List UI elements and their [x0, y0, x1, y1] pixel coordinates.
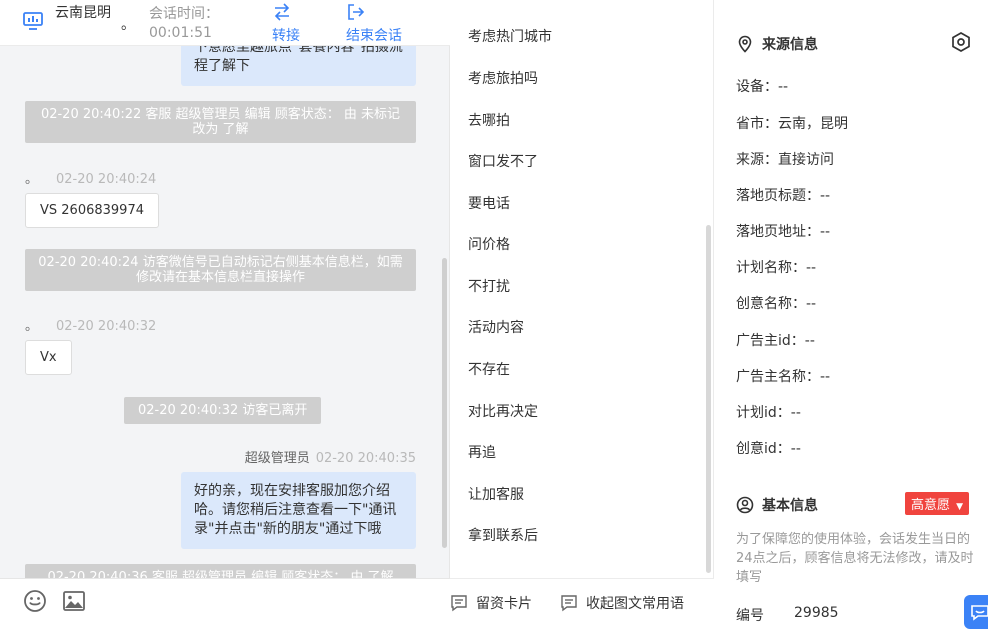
- intent-level-label: 高意愿: [911, 498, 951, 513]
- transfer-icon: [274, 3, 290, 21]
- system-note: 02-20 20:40:36 客服 超级管理员 编辑 顾客状态： 由 了解: [25, 564, 416, 578]
- visitor-message-meta: 。 02-20 20:40:24: [25, 168, 156, 187]
- chat-icon: [971, 605, 988, 621]
- user-circle-icon: [736, 496, 754, 514]
- quick-reply-panel: 考虑热门城市 考虑旅拍吗去哪拍窗口发不了要电话问价格不打扰活动内容不存在对比再决定…: [450, 0, 714, 629]
- source-info-row: 设备：--: [736, 79, 789, 95]
- source-info-row: 计划名称：--: [736, 260, 817, 276]
- quick-reply-item[interactable]: 再追: [468, 442, 496, 462]
- number-value: 29985: [794, 605, 839, 621]
- logout-icon: [348, 4, 365, 20]
- quick-reply-item[interactable]: 窗口发不了: [468, 151, 538, 171]
- chat-toolbar: [0, 578, 450, 629]
- quick-reply-item[interactable]: 考虑热门城市: [468, 26, 552, 46]
- end-session-button[interactable]: 结束会话: [346, 0, 416, 46]
- quick-reply-item[interactable]: 不存在: [468, 359, 510, 379]
- agent-message-meta: 超级管理员 02-20 20:40:35: [245, 447, 416, 466]
- quick-reply-item[interactable]: 问价格: [468, 234, 510, 254]
- agent-message-bubble: 好的亲，现在安排客服加您介绍哈。请您稍后注意查看一下"通讯录"并点击"新的朋友"…: [181, 472, 416, 549]
- image-icon[interactable]: [62, 589, 86, 613]
- source-info-row: 落地页标题：--: [736, 188, 831, 204]
- source-info-label: 来源信息: [762, 37, 818, 53]
- session-time: 00:01:51: [149, 25, 212, 41]
- collapse-phrases-button[interactable]: 收起图文常用语: [560, 593, 684, 613]
- location-pin-icon: [738, 35, 752, 53]
- source-info-row: 落地页地址：--: [736, 224, 831, 240]
- source-info-row: 创意名称：--: [736, 296, 817, 312]
- visitor-name: 。: [25, 319, 39, 334]
- source-info-row: 创意id：--: [736, 441, 801, 457]
- quick-reply-item[interactable]: 让加客服: [468, 484, 524, 504]
- collapse-phrases-label: 收起图文常用语: [586, 596, 684, 612]
- system-note: 02-20 20:40:32 访客已离开: [124, 397, 322, 424]
- caret-down-icon: ▼: [956, 502, 964, 512]
- message-time: 02-20 20:40:32: [56, 319, 157, 334]
- visitor-message-bubble: VS 2606839974: [25, 193, 159, 228]
- quick-reply-scrollbar[interactable]: [706, 225, 711, 573]
- customer-info-panel: 来源信息 设备：-- 省市：云南，昆明 来源：直接访问 落地页标题：-- 落地页地址：-…: [714, 0, 988, 629]
- transfer-button[interactable]: 转接: [272, 0, 312, 46]
- chat-panel: 云南昆明 。 会话时间： 00:01:51 转接 结束会话 下意愿里趣旅点"套餐: [0, 0, 450, 629]
- comment-icon: [451, 595, 467, 612]
- chat-header: 云南昆明 。 会话时间： 00:01:51 转接 结束会话: [0, 0, 450, 46]
- monitor-icon: [23, 12, 43, 30]
- system-note: 02-20 20:40:22 客服 超级管理员 编辑 顾客状态： 由 未标记 改…: [25, 101, 416, 143]
- source-info-row: 省市：云南，昆明: [736, 116, 848, 132]
- quick-reply-item[interactable]: 对比再决定: [468, 401, 538, 421]
- agent-name: 超级管理员: [244, 451, 310, 466]
- edit-notice: 为了保障您的使用体验，会话发生当日的24点之后，顾客信息将无法修改，请及时填写: [736, 532, 974, 585]
- quick-reply-footer: 留资卡片 收起图文常用语: [450, 578, 714, 629]
- smile-icon[interactable]: [23, 589, 47, 613]
- quick-reply-item[interactable]: 活动内容: [468, 317, 524, 337]
- system-note: 02-20 20:40:24 访客微信号已自动标记右侧基本信息栏，如需修改请在基…: [25, 249, 416, 291]
- source-info-row: 计划id：--: [736, 405, 801, 421]
- chat-scrollbar[interactable]: [442, 258, 447, 548]
- message-time: 02-20 20:40:35: [315, 451, 416, 466]
- transfer-label: 转接: [272, 28, 300, 44]
- visitor-location: 云南昆明: [55, 5, 111, 21]
- visitor-message-bubble: Vx: [25, 340, 72, 375]
- intent-level-select[interactable]: 高意愿 ▼: [905, 492, 970, 515]
- comment-icon: [561, 595, 577, 612]
- source-info-row: 广告主名称：--: [736, 369, 831, 385]
- quick-reply-item[interactable]: 不打扰: [468, 276, 510, 296]
- visitor-name-dot: 。: [121, 17, 135, 33]
- basic-info-title: 基本信息: [736, 495, 818, 515]
- source-info-row: 广告主id：--: [736, 333, 815, 349]
- visitor-name: 。: [25, 172, 39, 187]
- message-time: 02-20 20:40:24: [56, 172, 157, 187]
- lead-card-label: 留资卡片: [476, 596, 532, 612]
- chat-float-button[interactable]: [964, 595, 988, 629]
- message-list[interactable]: 下意愿里趣旅点"套餐内容"拍摄流程了解下 02-20 20:40:22 客服 超…: [0, 46, 450, 578]
- chat-workspace: 云南昆明 。 会话时间： 00:01:51 转接 结束会话 下意愿里趣旅点"套餐: [0, 0, 988, 629]
- agent-message-bubble: 下意愿里趣旅点"套餐内容"拍摄流程了解下: [181, 46, 416, 86]
- quick-reply-item[interactable]: 拿到联系后: [468, 525, 538, 545]
- end-session-label: 结束会话: [346, 28, 402, 44]
- source-info-row: 来源：直接访问: [736, 152, 834, 168]
- quick-reply-item[interactable]: 去哪拍: [468, 110, 510, 130]
- quick-reply-item[interactable]: 要电话: [468, 193, 510, 213]
- visitor-message-meta: 。 02-20 20:40:32: [25, 315, 156, 334]
- lead-card-button[interactable]: 留资卡片: [450, 593, 532, 613]
- session-time-label: 会话时间：: [149, 6, 219, 22]
- quick-reply-item[interactable]: 考虑旅拍吗: [468, 68, 538, 88]
- number-label: 编号: [736, 608, 764, 624]
- basic-info-label: 基本信息: [762, 498, 818, 514]
- settings-icon[interactable]: [950, 31, 972, 53]
- source-info-title: 来源信息: [736, 34, 818, 54]
